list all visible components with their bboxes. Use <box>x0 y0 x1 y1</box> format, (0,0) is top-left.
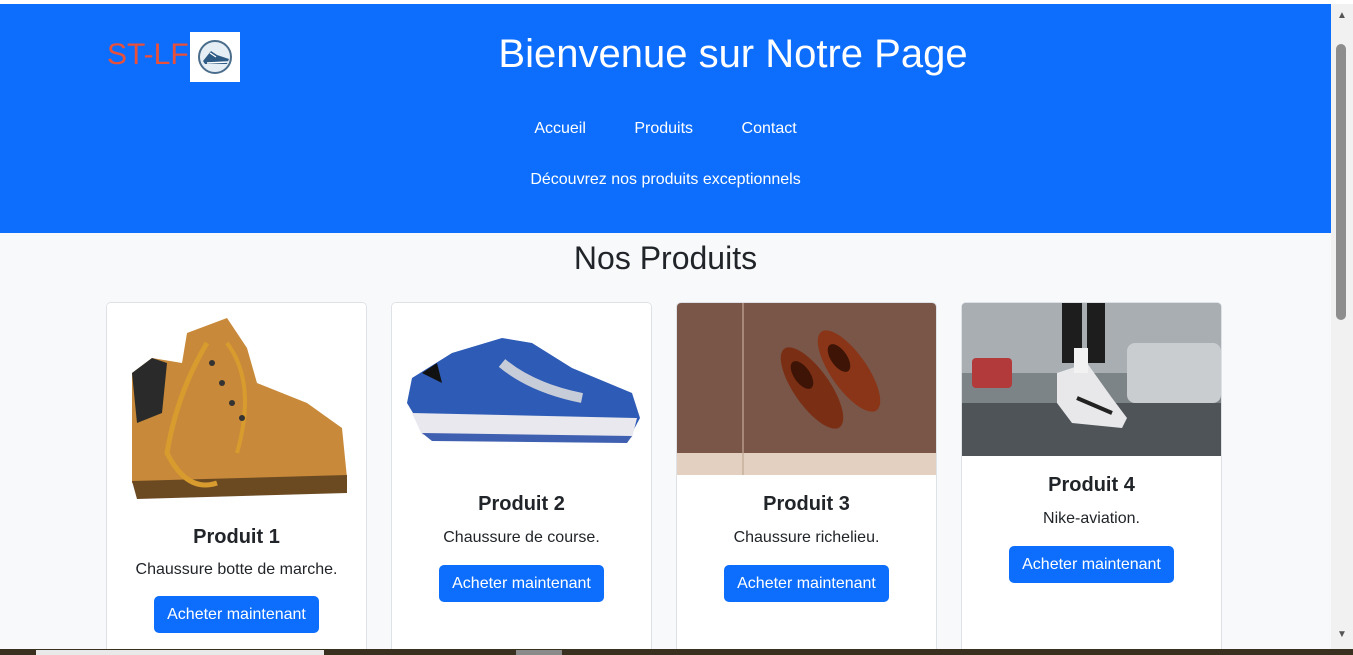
product-1-image <box>107 303 366 508</box>
site-header: ST-LF Bienvenue sur Notre Page Accueil P… <box>0 4 1331 233</box>
buy-button-1[interactable]: Acheter maintenant <box>154 596 319 633</box>
product-card-1: Produit 1 Chaussure botte de marche. Ach… <box>106 302 367 649</box>
buy-button-4[interactable]: Acheter maintenant <box>1009 546 1174 583</box>
product-card-3: Produit 3 Chaussure richelieu. Acheter m… <box>676 302 937 649</box>
product-4-title: Produit 4 <box>1048 474 1135 496</box>
product-2-description: Chaussure de course. <box>443 529 600 546</box>
product-card-2: Produit 2 Chaussure de course. Acheter m… <box>391 302 652 649</box>
scrollbar-thumb[interactable] <box>1336 44 1346 320</box>
product-4-image <box>962 303 1221 456</box>
product-card-4: Produit 4 Nike-aviation. Acheter mainten… <box>961 302 1222 649</box>
products-section-title: Nos Produits <box>573 240 758 276</box>
scroll-down-arrow-icon[interactable]: ▼ <box>1331 627 1353 643</box>
product-3-description: Chaussure richelieu. <box>733 529 880 546</box>
buy-button-2[interactable]: Acheter maintenant <box>439 565 604 602</box>
product-1-title: Produit 1 <box>193 526 280 548</box>
product-2-title: Produit 2 <box>478 493 565 515</box>
scroll-up-arrow-icon[interactable]: ▲ <box>1331 8 1353 24</box>
vertical-scrollbar[interactable]: ▲ ▼ <box>1331 4 1353 649</box>
tagline: Découvrez nos produits exceptionnels <box>530 171 801 188</box>
page-title: Bienvenue sur Notre Page <box>498 32 968 76</box>
product-2-image <box>392 303 651 473</box>
product-3-image <box>677 303 936 475</box>
product-4-description: Nike-aviation. <box>1043 510 1140 527</box>
page-viewport: ST-LF Bienvenue sur Notre Page Accueil P… <box>0 4 1331 649</box>
nav-link-produits[interactable]: Produits <box>634 120 693 137</box>
nav-link-accueil[interactable]: Accueil <box>534 120 586 137</box>
product-1-description: Chaussure botte de marche. <box>135 561 338 578</box>
product-3-title: Produit 3 <box>763 493 850 515</box>
buy-button-3[interactable]: Acheter maintenant <box>724 565 889 602</box>
main-nav: Accueil Produits Contact <box>0 120 1331 138</box>
desktop-edge <box>0 649 1353 655</box>
nav-link-contact[interactable]: Contact <box>742 120 797 137</box>
